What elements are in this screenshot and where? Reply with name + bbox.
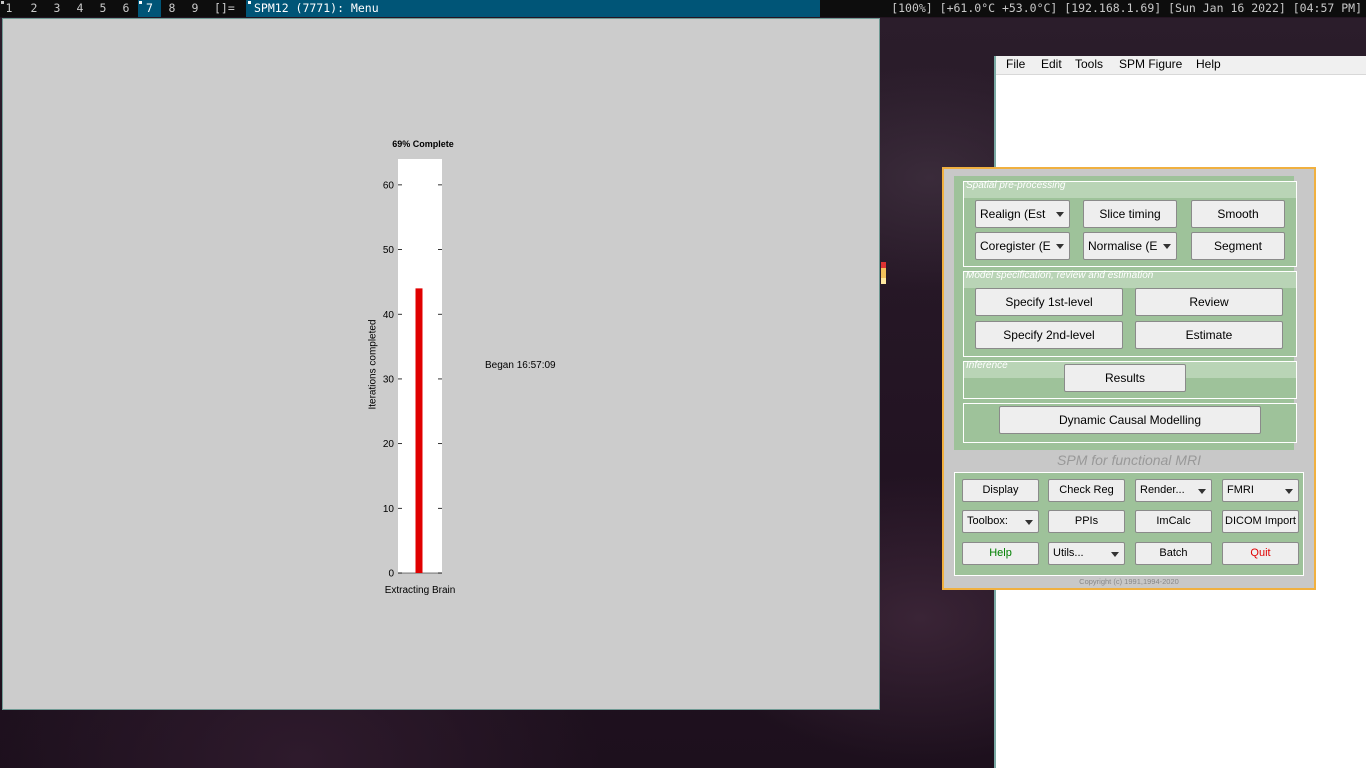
menu-spm-figure[interactable]: SPM Figure xyxy=(1119,57,1182,71)
workspace-tag-5[interactable]: 5 xyxy=(94,0,112,17)
modality-subtitle: SPM for functional MRI xyxy=(1057,452,1201,468)
workspace-tag-2[interactable]: 2 xyxy=(25,0,43,17)
menu-tools[interactable]: Tools xyxy=(1075,57,1103,71)
y-tick-label: 30 xyxy=(383,374,395,385)
chevron-down-icon xyxy=(1285,488,1293,494)
menu-bar: File Edit Tools SPM Figure Help xyxy=(996,56,1366,75)
x-axis-label: Extracting Brain xyxy=(384,585,456,596)
y-tick-label: 0 xyxy=(388,569,394,580)
display-button[interactable]: Display xyxy=(962,479,1039,502)
frame-title: Inference xyxy=(966,360,1008,371)
chevron-down-icon xyxy=(1056,244,1064,249)
toolbox-dropdown[interactable]: Toolbox: xyxy=(962,510,1039,533)
workspace-tag-8[interactable]: 8 xyxy=(163,0,181,17)
specify-1st-level-button[interactable]: Specify 1st-level xyxy=(975,288,1123,316)
workspace-tag-3[interactable]: 3 xyxy=(48,0,66,17)
specify-2nd-level-button[interactable]: Specify 2nd-level xyxy=(975,321,1123,349)
check-reg-button[interactable]: Check Reg xyxy=(1048,479,1125,502)
modality-dropdown[interactable]: FMRI xyxy=(1222,479,1299,502)
layout-indicator[interactable]: []= xyxy=(214,0,235,16)
y-tick-label: 10 xyxy=(383,504,395,515)
system-status-text: [100%] [+61.0°C +53.0°C] [192.168.1.69] … xyxy=(891,1,1362,15)
imcalc-button[interactable]: ImCalc xyxy=(1135,510,1212,533)
help-button[interactable]: Help xyxy=(962,542,1039,565)
review-button[interactable]: Review xyxy=(1135,288,1283,316)
workspace-tag-9[interactable]: 9 xyxy=(186,0,204,17)
segment-button[interactable]: Segment xyxy=(1191,232,1285,260)
render-dropdown[interactable]: Render... xyxy=(1135,479,1212,502)
dcm-button[interactable]: Dynamic Causal Modelling xyxy=(999,406,1261,434)
batch-button[interactable]: Batch xyxy=(1135,542,1212,565)
chevron-down-icon xyxy=(1056,212,1064,217)
y-tick-label: 20 xyxy=(383,439,395,450)
menu-help[interactable]: Help xyxy=(1196,57,1221,71)
coregister-dropdown[interactable]: Coregister (E xyxy=(975,232,1070,260)
frame-title: Model specification, review and estimati… xyxy=(966,270,1154,281)
frame-title: Spatial pre-processing xyxy=(966,180,1066,191)
results-button[interactable]: Results xyxy=(1064,364,1186,392)
ppis-button[interactable]: PPIs xyxy=(1048,510,1125,533)
workspace-tag-6[interactable]: 6 xyxy=(117,0,135,17)
spm-main-panel: Spatial pre-processing Realign (Est Slic… xyxy=(942,167,1316,590)
slice-timing-button[interactable]: Slice timing xyxy=(1083,200,1177,228)
y-axis-label: Iterations completed xyxy=(367,319,379,410)
progress-chart: 0 10 20 30 40 50 60 xyxy=(383,159,442,580)
realign-dropdown[interactable]: Realign (Est xyxy=(975,200,1070,228)
workspace-tag-1[interactable]: 1 xyxy=(0,0,18,17)
progress-title: 69% Complete xyxy=(392,139,454,149)
menu-file[interactable]: File xyxy=(1006,57,1025,71)
y-tick-label: 50 xyxy=(383,245,395,256)
status-bar: 1 2 3 4 5 6 7 8 9 []= SPM12 (7771): Menu… xyxy=(0,0,1366,17)
y-tick-label: 40 xyxy=(383,310,395,321)
start-time-label: Began 16:57:09 xyxy=(485,360,556,371)
chevron-down-icon xyxy=(1198,488,1206,494)
smooth-button[interactable]: Smooth xyxy=(1191,200,1285,228)
chevron-down-icon xyxy=(1163,244,1171,249)
normalise-dropdown[interactable]: Normalise (E xyxy=(1083,232,1177,260)
quit-button[interactable]: Quit xyxy=(1222,542,1299,565)
workspace-tag-4[interactable]: 4 xyxy=(71,0,89,17)
utils-dropdown[interactable]: Utils... xyxy=(1048,542,1125,565)
dicom-import-button[interactable]: DICOM Import xyxy=(1222,510,1299,533)
progress-window: 69% Complete 0 10 20 30 40 50 60 Iterations co… xyxy=(2,18,880,710)
progress-bar xyxy=(415,288,423,573)
workspace-tag-7[interactable]: 7 xyxy=(138,0,161,17)
chevron-down-icon xyxy=(1025,519,1033,525)
estimate-button[interactable]: Estimate xyxy=(1135,321,1283,349)
focused-window-title: SPM12 (7771): Menu xyxy=(246,0,820,17)
copyright-text: Copyright (c) 1991,1994-2020 xyxy=(1079,577,1179,586)
y-tick-label: 60 xyxy=(383,180,395,191)
wallpaper-highlight xyxy=(881,268,886,278)
menu-edit[interactable]: Edit xyxy=(1041,57,1062,71)
chevron-down-icon xyxy=(1111,551,1119,557)
